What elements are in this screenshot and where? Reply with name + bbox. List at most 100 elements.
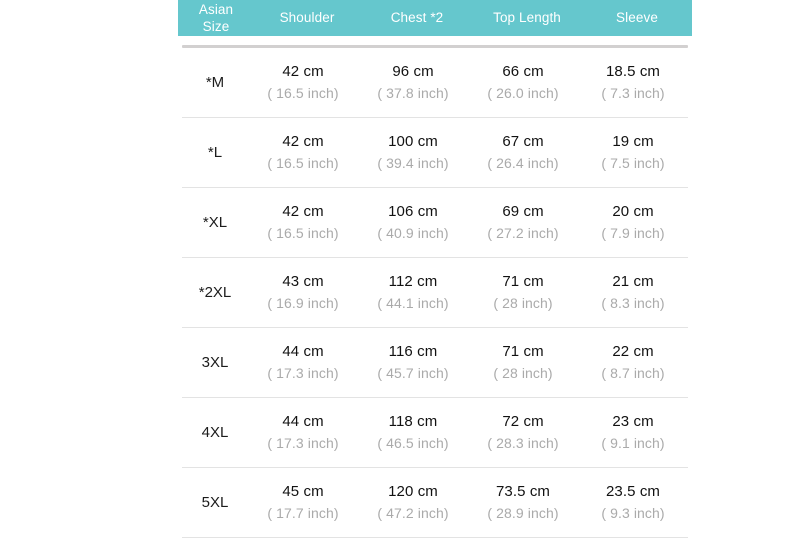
size-label: *2XL xyxy=(198,284,232,301)
value-cm: 116 cm xyxy=(388,343,438,360)
value-inch: ( 8.7 inch) xyxy=(601,365,665,381)
table-row: *2XL 43 cm ( 16.9 inch) 112 cm ( 44.1 inch) 7… xyxy=(182,258,688,328)
value-cm: 18.5 cm xyxy=(605,63,661,80)
value-inch: ( 28.9 inch) xyxy=(487,505,559,521)
value-inch: ( 40.9 inch) xyxy=(377,225,449,241)
cell-size: *XL xyxy=(182,214,248,231)
value-cm: 112 cm xyxy=(388,273,438,290)
cell-sleeve: 21 cm ( 8.3 inch) xyxy=(578,272,688,313)
value-cm: 72 cm xyxy=(502,413,544,430)
value-cm: 120 cm xyxy=(388,483,438,500)
value-inch: ( 28 inch) xyxy=(493,295,553,311)
value-inch: ( 37.8 inch) xyxy=(377,85,449,101)
value-inch: ( 16.9 inch) xyxy=(267,295,339,311)
value-cm: 22 cm xyxy=(612,343,654,360)
value-cm: 118 cm xyxy=(388,413,438,430)
cell-chest: 106 cm ( 40.9 inch) xyxy=(358,202,468,243)
cell-size: *2XL xyxy=(182,284,248,301)
column-header-sleeve: Sleeve xyxy=(616,10,658,25)
size-chart-table: Asian Size Shoulder Chest *2 Top Length … xyxy=(178,0,692,538)
cell-sleeve: 22 cm ( 8.7 inch) xyxy=(578,342,688,383)
value-cm: 45 cm xyxy=(282,483,324,500)
cell-top-length: 73.5 cm ( 28.9 inch) xyxy=(468,482,578,523)
table-row: 3XL 44 cm ( 17.3 inch) 116 cm ( 45.7 inch) 71… xyxy=(182,328,688,398)
value-cm: 100 cm xyxy=(388,133,438,150)
size-label: 5XL xyxy=(201,494,229,511)
value-inch: ( 9.1 inch) xyxy=(601,435,665,451)
value-inch: ( 45.7 inch) xyxy=(377,365,449,381)
cell-top-length: 67 cm ( 26.4 inch) xyxy=(468,132,578,173)
value-inch: ( 7.3 inch) xyxy=(601,85,665,101)
value-cm: 71 cm xyxy=(502,273,544,290)
value-cm: 19 cm xyxy=(612,133,654,150)
size-label: 3XL xyxy=(201,354,229,371)
cell-shoulder: 42 cm ( 16.5 inch) xyxy=(248,202,358,243)
table-row: 4XL 44 cm ( 17.3 inch) 118 cm ( 46.5 inch) 72… xyxy=(182,398,688,468)
cell-size: *M xyxy=(182,74,248,91)
value-inch: ( 27.2 inch) xyxy=(487,225,559,241)
value-inch: ( 7.5 inch) xyxy=(601,155,665,171)
value-cm: 21 cm xyxy=(612,273,654,290)
value-cm: 66 cm xyxy=(502,63,544,80)
column-header-asian-size-line1: Asian xyxy=(198,2,234,17)
cell-sleeve: 23.5 cm ( 9.3 inch) xyxy=(578,482,688,523)
cell-sleeve: 23 cm ( 9.1 inch) xyxy=(578,412,688,453)
size-label: *XL xyxy=(202,214,228,231)
value-inch: ( 8.3 inch) xyxy=(601,295,665,311)
cell-top-length: 69 cm ( 27.2 inch) xyxy=(468,202,578,243)
value-inch: ( 46.5 inch) xyxy=(377,435,449,451)
value-inch: ( 17.3 inch) xyxy=(267,365,339,381)
size-label: *M xyxy=(205,74,225,91)
cell-sleeve: 20 cm ( 7.9 inch) xyxy=(578,202,688,243)
table-row: *L 42 cm ( 16.5 inch) 100 cm ( 39.4 inch) 67 … xyxy=(182,118,688,188)
cell-shoulder: 43 cm ( 16.9 inch) xyxy=(248,272,358,313)
table-row: *XL 42 cm ( 16.5 inch) 106 cm ( 40.9 inch) 69… xyxy=(182,188,688,258)
cell-chest: 96 cm ( 37.8 inch) xyxy=(358,62,468,103)
value-inch: ( 16.5 inch) xyxy=(267,225,339,241)
cell-shoulder: 45 cm ( 17.7 inch) xyxy=(248,482,358,523)
value-inch: ( 28.3 inch) xyxy=(487,435,559,451)
cell-size: 3XL xyxy=(182,354,248,371)
value-cm: 43 cm xyxy=(282,273,324,290)
cell-chest: 100 cm ( 39.4 inch) xyxy=(358,132,468,173)
value-cm: 96 cm xyxy=(392,63,434,80)
cell-shoulder: 44 cm ( 17.3 inch) xyxy=(248,342,358,383)
value-cm: 44 cm xyxy=(282,343,324,360)
column-header-chest: Chest *2 xyxy=(390,10,444,25)
table-body: *M 42 cm ( 16.5 inch) 96 cm ( 37.8 inch) 66 c… xyxy=(178,48,692,538)
size-label: *L xyxy=(207,144,223,161)
value-cm: 67 cm xyxy=(502,133,544,150)
cell-size: 4XL xyxy=(182,424,248,441)
value-cm: 42 cm xyxy=(282,203,324,220)
value-inch: ( 7.9 inch) xyxy=(601,225,665,241)
value-cm: 42 cm xyxy=(282,133,324,150)
value-inch: ( 28 inch) xyxy=(493,365,553,381)
cell-shoulder: 42 cm ( 16.5 inch) xyxy=(248,62,358,103)
column-header-asian-size-line2: Size xyxy=(202,19,230,34)
value-inch: ( 26.0 inch) xyxy=(487,85,559,101)
cell-top-length: 71 cm ( 28 inch) xyxy=(468,342,578,383)
cell-top-length: 66 cm ( 26.0 inch) xyxy=(468,62,578,103)
table-row: *M 42 cm ( 16.5 inch) 96 cm ( 37.8 inch) 66 c… xyxy=(182,48,688,118)
value-cm: 106 cm xyxy=(388,203,438,220)
cell-chest: 120 cm ( 47.2 inch) xyxy=(358,482,468,523)
column-header-top-length: Top Length xyxy=(493,10,561,25)
table-header-row: Asian Size Shoulder Chest *2 Top Length … xyxy=(178,0,692,36)
cell-shoulder: 42 cm ( 16.5 inch) xyxy=(248,132,358,173)
value-cm: 23 cm xyxy=(612,413,654,430)
value-cm: 42 cm xyxy=(282,63,324,80)
cell-chest: 112 cm ( 44.1 inch) xyxy=(358,272,468,313)
value-cm: 69 cm xyxy=(502,203,544,220)
cell-size: *L xyxy=(182,144,248,161)
cell-sleeve: 18.5 cm ( 7.3 inch) xyxy=(578,62,688,103)
cell-sleeve: 19 cm ( 7.5 inch) xyxy=(578,132,688,173)
cell-chest: 118 cm ( 46.5 inch) xyxy=(358,412,468,453)
cell-size: 5XL xyxy=(182,494,248,511)
value-inch: ( 17.7 inch) xyxy=(267,505,339,521)
value-inch: ( 39.4 inch) xyxy=(377,155,449,171)
value-inch: ( 47.2 inch) xyxy=(377,505,449,521)
value-inch: ( 26.4 inch) xyxy=(487,155,559,171)
value-inch: ( 9.3 inch) xyxy=(601,505,665,521)
cell-top-length: 71 cm ( 28 inch) xyxy=(468,272,578,313)
value-cm: 44 cm xyxy=(282,413,324,430)
